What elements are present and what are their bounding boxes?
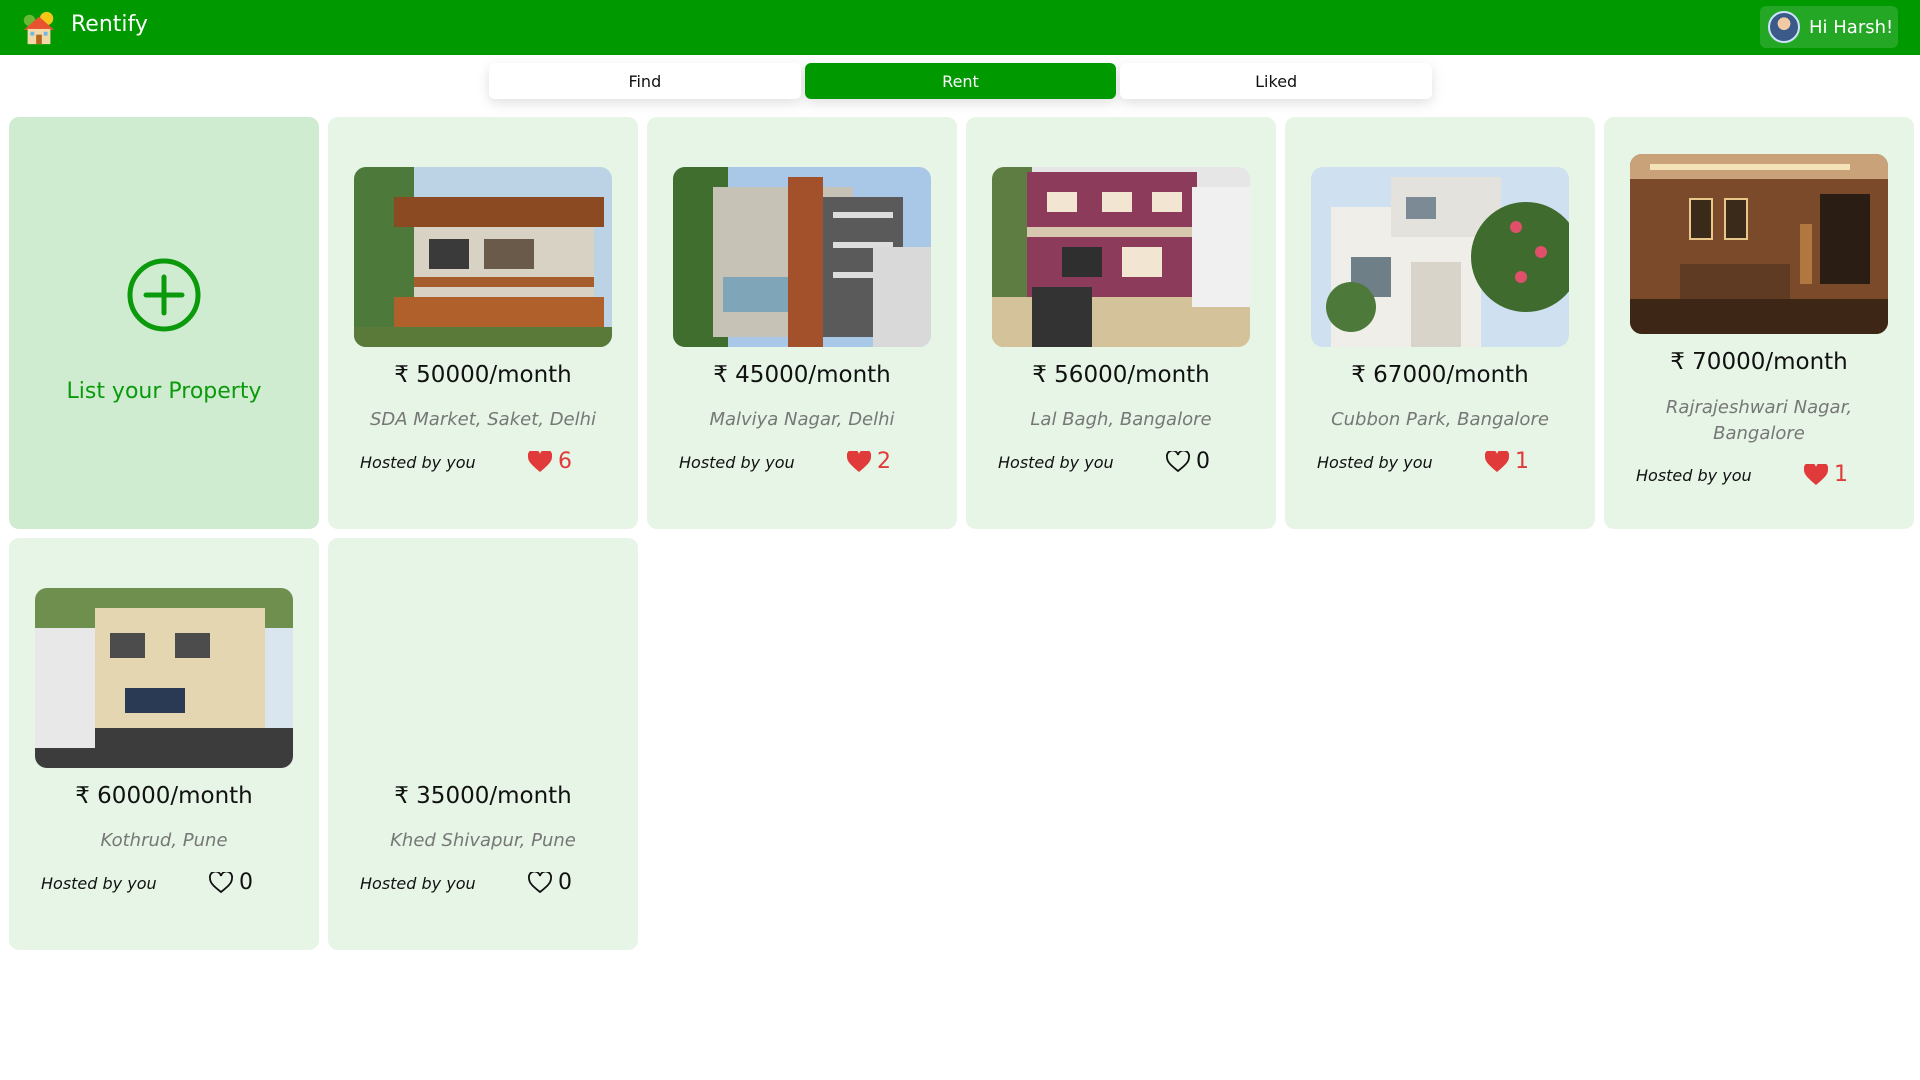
tab-rent[interactable]: Rent [804,63,1117,99]
like-button[interactable]: 2 [847,449,891,474]
property-photo [992,167,1250,347]
property-location: Lal Bagh, Bangalore [1030,409,1212,430]
like-button[interactable]: 0 [1166,449,1210,474]
host-label: Hosted by you [41,874,157,893]
property-photo [35,588,293,768]
property-card[interactable]: ₹ 56000/month Lal Bagh, Bangalore Hosted… [966,117,1276,529]
property-photo [1630,154,1888,334]
like-button[interactable]: 0 [209,870,253,895]
list-property-label: List your Property [66,379,262,404]
top-navbar: Rentify Hi Harsh! [0,0,1920,55]
like-count: 0 [558,870,572,895]
heart-filled-icon [847,450,871,472]
host-label: Hosted by you [679,453,795,472]
host-label: Hosted by you [360,453,476,472]
property-location: Khed Shivapur, Pune [390,830,576,851]
view-tabs: Find Rent Liked [489,63,1433,99]
tab-find[interactable]: Find [489,63,801,99]
list-property-card[interactable]: List your Property [9,117,319,529]
tab-liked[interactable]: Liked [1120,63,1433,99]
property-card[interactable]: ₹ 45000/month Malviya Nagar, Delhi Hoste… [647,117,957,529]
property-card[interactable]: ₹ 60000/month Kothrud, Pune Hosted by yo… [9,538,319,950]
property-price: ₹ 67000/month [1351,362,1529,388]
heart-outline-icon [1166,450,1190,472]
app-title[interactable]: Rentify [71,12,148,37]
host-label: Hosted by you [360,874,476,893]
property-price: ₹ 50000/month [394,362,572,388]
like-count: 0 [1196,449,1210,474]
property-photo [673,167,931,347]
user-greeting: Hi Harsh! [1809,16,1894,38]
heart-filled-icon [1485,450,1509,472]
host-label: Hosted by you [1317,453,1433,472]
add-circle-icon [127,258,201,332]
like-count: 2 [877,449,891,474]
heart-outline-icon [209,871,233,893]
like-count: 1 [1515,449,1529,474]
property-location: SDA Market, Saket, Delhi [369,409,597,430]
like-count: 6 [558,449,572,474]
heart-outline-icon [528,871,552,893]
property-photo [354,167,612,347]
property-price: ₹ 35000/month [394,783,572,809]
property-location: Kothrud, Pune [100,830,228,851]
property-card[interactable]: ₹ 50000/month SDA Market, Saket, Delhi H… [328,117,638,529]
host-label: Hosted by you [998,453,1114,472]
like-button[interactable]: 0 [528,870,572,895]
house-logo-icon[interactable] [20,9,58,47]
heart-filled-icon [1804,463,1828,485]
like-button[interactable]: 1 [1804,462,1848,487]
property-location: Malviya Nagar, Delhi [709,409,895,430]
property-card[interactable]: ₹ 35000/month Khed Shivapur, Pune Hosted… [328,538,638,950]
property-price: ₹ 70000/month [1670,349,1848,375]
property-location: Cubbon Park, Bangalore [1331,409,1549,430]
like-button[interactable]: 1 [1485,449,1529,474]
like-count: 1 [1834,462,1848,487]
property-card[interactable]: ₹ 70000/month Rajrajeshwari Nagar, Banga… [1604,117,1914,529]
heart-filled-icon [528,450,552,472]
property-price: ₹ 60000/month [75,783,253,809]
host-label: Hosted by you [1636,466,1752,485]
property-price: ₹ 56000/month [1032,362,1210,388]
property-price: ₹ 45000/month [713,362,891,388]
property-card[interactable]: ₹ 67000/month Cubbon Park, Bangalore Hos… [1285,117,1595,529]
like-button[interactable]: 6 [528,449,572,474]
property-photo [1311,167,1569,347]
user-menu-button[interactable]: Hi Harsh! [1760,6,1898,48]
like-count: 0 [239,870,253,895]
avatar [1768,11,1800,43]
property-location: Rajrajeshwari Nagar, Bangalore [1665,397,1853,444]
